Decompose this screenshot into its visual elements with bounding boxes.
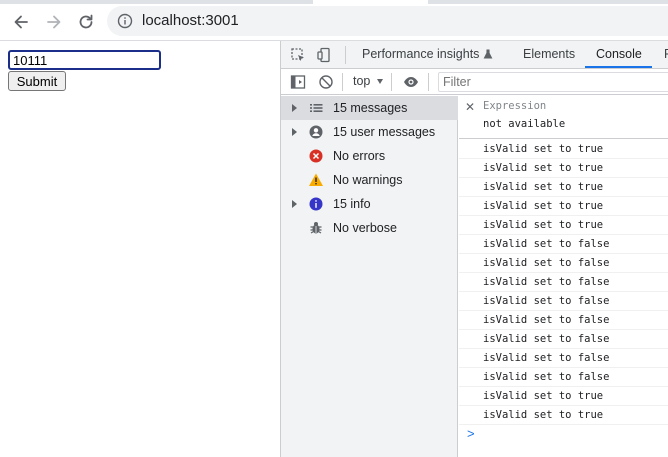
- flask-icon: [483, 49, 493, 59]
- console-toolbar: top: [281, 69, 668, 95]
- console-message: isValid set to true: [459, 387, 668, 406]
- reload-icon: [79, 14, 93, 29]
- console-message: isValid set to true: [459, 197, 668, 216]
- warning-icon: [309, 173, 323, 186]
- tab-truncated[interactable]: F: [664, 47, 668, 61]
- sidebar-item-messages[interactable]: 15 messages: [281, 96, 458, 120]
- expand-arrow-icon[interactable]: [292, 104, 297, 112]
- console-sidebar: 15 messages 15 user messages No errors N…: [281, 96, 458, 457]
- tab-strip: [0, 0, 668, 4]
- sidebar-item-label: No verbose: [333, 221, 397, 235]
- console-message: isValid set to false: [459, 292, 668, 311]
- console-prompt[interactable]: >: [467, 426, 475, 441]
- expression-title[interactable]: Expression: [483, 100, 546, 112]
- submit-button[interactable]: Submit: [8, 71, 66, 91]
- console-message: isValid set to true: [459, 140, 668, 159]
- console-message: isValid set to false: [459, 349, 668, 368]
- console-message: isValid set to false: [459, 311, 668, 330]
- sidebar-item-label: No warnings: [333, 173, 403, 187]
- reload-button[interactable]: [74, 10, 98, 34]
- console-message-text: isValid set to false: [483, 371, 610, 383]
- devtools-panel: Performance insights Elements Console F …: [280, 41, 668, 457]
- tab-console[interactable]: Console: [596, 47, 642, 61]
- bug-icon: [310, 222, 322, 234]
- console-message: isValid set to true: [459, 159, 668, 178]
- arrow-right-icon: [47, 15, 61, 29]
- device-toolbar-icon[interactable]: [316, 47, 332, 63]
- sidebar-item-warnings[interactable]: No warnings: [281, 168, 458, 192]
- address-bar[interactable]: localhost:3001: [107, 6, 668, 36]
- console-message-text: isValid set to true: [483, 181, 604, 193]
- console-message: isValid set to false: [459, 330, 668, 349]
- console-message-text: isValid set to false: [483, 276, 610, 288]
- expression-value: not available: [483, 118, 566, 130]
- console-message: isValid set to false: [459, 254, 668, 273]
- console-message-text: isValid set to true: [483, 219, 604, 231]
- toolbar-divider: [391, 73, 392, 91]
- browser-toolbar: localhost:3001: [0, 0, 668, 41]
- sidebar-item-label: 15 user messages: [333, 125, 436, 139]
- console-message-text: isValid set to false: [483, 238, 610, 250]
- page-content: Submit: [0, 41, 280, 457]
- console-message: isValid set to true: [459, 216, 668, 235]
- close-icon[interactable]: ✕: [465, 100, 475, 114]
- console-message-text: isValid set to false: [483, 295, 610, 307]
- console-message-text: isValid set to false: [483, 314, 610, 326]
- console-message: isValid set to false: [459, 273, 668, 292]
- forward-button[interactable]: [42, 10, 66, 34]
- console-message-text: isValid set to true: [483, 162, 604, 174]
- toolbar-divider: [428, 73, 429, 91]
- sidebar-item-verbose[interactable]: No verbose: [281, 216, 458, 240]
- url-text: localhost:3001: [142, 12, 239, 29]
- console-message: isValid set to true: [459, 178, 668, 197]
- context-selector[interactable]: top: [353, 74, 370, 88]
- tab-elements[interactable]: Elements: [523, 47, 575, 61]
- sidebar-item-info[interactable]: 15 info: [281, 192, 458, 216]
- sidebar-item-user-messages[interactable]: 15 user messages: [281, 120, 458, 144]
- back-button[interactable]: [9, 10, 33, 34]
- devtools-tab-bar: Performance insights Elements Console F: [281, 41, 668, 69]
- info-icon: [309, 197, 323, 211]
- console-message: isValid set to true: [459, 406, 668, 425]
- filter-input[interactable]: [438, 72, 668, 92]
- toolbar-divider: [342, 73, 343, 91]
- clear-console-icon[interactable]: [318, 74, 334, 90]
- console-message-text: isValid set to false: [483, 352, 610, 364]
- number-input[interactable]: [8, 50, 161, 70]
- chevron-down-icon: [377, 79, 383, 84]
- live-expression-eye-icon[interactable]: [403, 74, 419, 90]
- console-message: isValid set to false: [459, 235, 668, 254]
- console-message-text: isValid set to false: [483, 333, 610, 345]
- sidebar-item-label: No errors: [333, 149, 386, 163]
- active-tab-indicator: [585, 66, 652, 68]
- console-message-text: isValid set to true: [483, 390, 604, 402]
- info-icon[interactable]: [117, 13, 133, 29]
- console-message: isValid set to false: [459, 368, 668, 387]
- error-icon: [309, 149, 323, 163]
- expand-arrow-icon[interactable]: [292, 200, 297, 208]
- user-icon: [309, 125, 323, 139]
- console-message-text: isValid set to true: [483, 143, 604, 155]
- arrow-left-icon: [14, 15, 28, 29]
- sidebar-item-label: 15 info: [333, 197, 371, 211]
- console-output: ✕ Expression not available isValid set t…: [459, 96, 668, 457]
- console-message-text: isValid set to false: [483, 257, 610, 269]
- console-message-text: isValid set to true: [483, 409, 604, 421]
- sidebar-item-label: 15 messages: [333, 101, 408, 115]
- sidebar-item-errors[interactable]: No errors: [281, 144, 458, 168]
- show-sidebar-icon[interactable]: [290, 74, 306, 90]
- toolbar-divider: [345, 46, 346, 64]
- tab-label: Performance insights: [362, 47, 480, 61]
- inspect-element-icon[interactable]: [290, 47, 306, 63]
- list-icon: [310, 104, 323, 112]
- tab-performance-insights[interactable]: Performance insights: [362, 47, 493, 61]
- live-expression: ✕ Expression not available: [459, 96, 668, 139]
- expand-arrow-icon[interactable]: [292, 128, 297, 136]
- console-message-text: isValid set to true: [483, 200, 604, 212]
